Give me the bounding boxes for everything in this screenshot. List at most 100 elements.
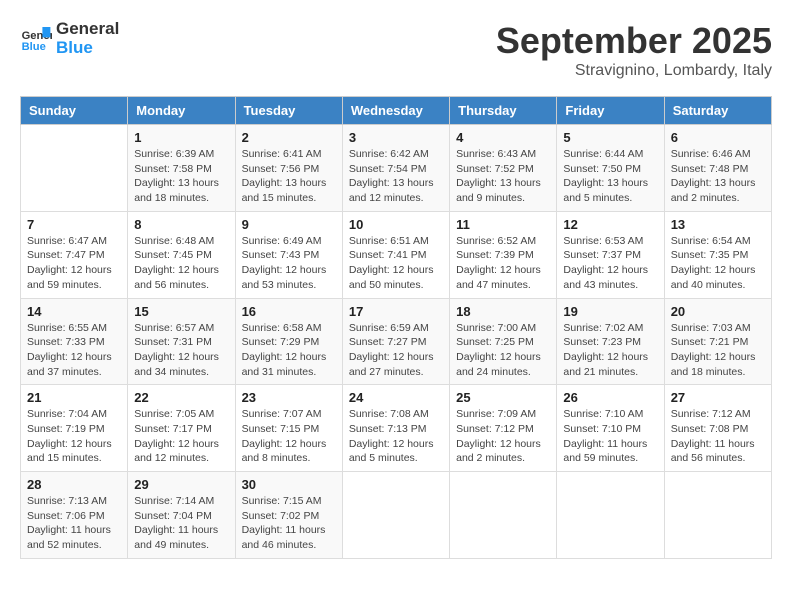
day-detail: Sunrise: 6:41 AMSunset: 7:56 PMDaylight:… (242, 147, 336, 206)
day-number: 11 (456, 217, 550, 232)
day-number: 25 (456, 390, 550, 405)
day-detail: Sunrise: 7:04 AMSunset: 7:19 PMDaylight:… (27, 407, 121, 466)
day-detail: Sunrise: 6:54 AMSunset: 7:35 PMDaylight:… (671, 234, 765, 293)
calendar-week-4: 21 Sunrise: 7:04 AMSunset: 7:19 PMDayligh… (21, 385, 772, 472)
day-detail: Sunrise: 7:00 AMSunset: 7:25 PMDaylight:… (456, 321, 550, 380)
calendar-body: 1Sunrise: 6:39 AMSunset: 7:58 PMDaylight… (21, 125, 772, 559)
calendar-cell: 29 Sunrise: 7:14 AMSunset: 7:04 PMDayligh… (128, 472, 235, 559)
calendar-cell: 17 Sunrise: 6:59 AMSunset: 7:27 PMDayligh… (342, 298, 449, 385)
day-detail: Sunrise: 7:14 AMSunset: 7:04 PMDaylight:… (134, 494, 228, 553)
calendar-cell: 30Sunrise: 7:15 AMSunset: 7:02 PMDayligh… (235, 472, 342, 559)
day-number: 21 (27, 390, 121, 405)
calendar-cell: 21 Sunrise: 7:04 AMSunset: 7:19 PMDayligh… (21, 385, 128, 472)
calendar-cell: 18 Sunrise: 7:00 AMSunset: 7:25 PMDayligh… (450, 298, 557, 385)
header-tuesday: Tuesday (235, 97, 342, 125)
day-number: 17 (349, 304, 443, 319)
day-detail: Sunrise: 7:12 AMSunset: 7:08 PMDaylight:… (671, 407, 765, 466)
calendar-cell: 26 Sunrise: 7:10 AMSunset: 7:10 PMDayligh… (557, 385, 664, 472)
calendar-cell (21, 125, 128, 212)
calendar-header-row: SundayMondayTuesdayWednesdayThursdayFrid… (21, 97, 772, 125)
day-number: 23 (242, 390, 336, 405)
day-number: 29 (134, 477, 228, 492)
svg-text:Blue: Blue (22, 41, 46, 53)
calendar-cell: 1Sunrise: 6:39 AMSunset: 7:58 PMDaylight… (128, 125, 235, 212)
day-number: 14 (27, 304, 121, 319)
calendar-cell: 8 Sunrise: 6:48 AMSunset: 7:45 PMDaylight… (128, 211, 235, 298)
day-detail: Sunrise: 6:51 AMSunset: 7:41 PMDaylight:… (349, 234, 443, 293)
calendar-cell: 10 Sunrise: 6:51 AMSunset: 7:41 PMDayligh… (342, 211, 449, 298)
logo-icon: General Blue (20, 23, 52, 55)
day-detail: Sunrise: 7:08 AMSunset: 7:13 PMDaylight:… (349, 407, 443, 466)
calendar-cell: 20 Sunrise: 7:03 AMSunset: 7:21 PMDayligh… (664, 298, 771, 385)
day-detail: Sunrise: 7:03 AMSunset: 7:21 PMDaylight:… (671, 321, 765, 380)
header-friday: Friday (557, 97, 664, 125)
day-number: 6 (671, 130, 765, 145)
day-detail: Sunrise: 6:47 AMSunset: 7:47 PMDaylight:… (27, 234, 121, 293)
calendar-cell (450, 472, 557, 559)
day-detail: Sunrise: 6:55 AMSunset: 7:33 PMDaylight:… (27, 321, 121, 380)
calendar-week-1: 1Sunrise: 6:39 AMSunset: 7:58 PMDaylight… (21, 125, 772, 212)
day-number: 10 (349, 217, 443, 232)
calendar-cell: 6Sunrise: 6:46 AMSunset: 7:48 PMDaylight… (664, 125, 771, 212)
calendar-week-5: 28Sunrise: 7:13 AMSunset: 7:06 PMDayligh… (21, 472, 772, 559)
day-detail: Sunrise: 6:49 AMSunset: 7:43 PMDaylight:… (242, 234, 336, 293)
day-number: 22 (134, 390, 228, 405)
logo-general-text: General (56, 20, 119, 39)
day-number: 15 (134, 304, 228, 319)
calendar-cell: 27 Sunrise: 7:12 AMSunset: 7:08 PMDayligh… (664, 385, 771, 472)
day-detail: Sunrise: 6:59 AMSunset: 7:27 PMDaylight:… (349, 321, 443, 380)
calendar-cell (664, 472, 771, 559)
calendar-cell: 13 Sunrise: 6:54 AMSunset: 7:35 PMDayligh… (664, 211, 771, 298)
day-detail: Sunrise: 6:44 AMSunset: 7:50 PMDaylight:… (563, 147, 657, 206)
calendar-cell: 16 Sunrise: 6:58 AMSunset: 7:29 PMDayligh… (235, 298, 342, 385)
calendar-cell: 22 Sunrise: 7:05 AMSunset: 7:17 PMDayligh… (128, 385, 235, 472)
day-detail: Sunrise: 6:48 AMSunset: 7:45 PMDaylight:… (134, 234, 228, 293)
day-detail: Sunrise: 6:42 AMSunset: 7:54 PMDaylight:… (349, 147, 443, 206)
calendar-cell: 24 Sunrise: 7:08 AMSunset: 7:13 PMDayligh… (342, 385, 449, 472)
header-monday: Monday (128, 97, 235, 125)
calendar-cell: 12 Sunrise: 6:53 AMSunset: 7:37 PMDayligh… (557, 211, 664, 298)
day-number: 2 (242, 130, 336, 145)
day-number: 12 (563, 217, 657, 232)
day-number: 13 (671, 217, 765, 232)
day-number: 18 (456, 304, 550, 319)
day-number: 26 (563, 390, 657, 405)
page-header: General Blue General Blue September 2025… (20, 20, 772, 80)
location-title: Stravignino, Lombardy, Italy (496, 62, 772, 80)
calendar-cell: 3 Sunrise: 6:42 AMSunset: 7:54 PMDaylight… (342, 125, 449, 212)
calendar-table: SundayMondayTuesdayWednesdayThursdayFrid… (20, 96, 772, 559)
calendar-cell: 9 Sunrise: 6:49 AMSunset: 7:43 PMDaylight… (235, 211, 342, 298)
day-number: 20 (671, 304, 765, 319)
header-wednesday: Wednesday (342, 97, 449, 125)
day-number: 27 (671, 390, 765, 405)
day-number: 16 (242, 304, 336, 319)
day-detail: Sunrise: 6:57 AMSunset: 7:31 PMDaylight:… (134, 321, 228, 380)
header-thursday: Thursday (450, 97, 557, 125)
calendar-cell (342, 472, 449, 559)
day-detail: Sunrise: 7:09 AMSunset: 7:12 PMDaylight:… (456, 407, 550, 466)
calendar-cell: 28Sunrise: 7:13 AMSunset: 7:06 PMDayligh… (21, 472, 128, 559)
calendar-cell: 4Sunrise: 6:43 AMSunset: 7:52 PMDaylight… (450, 125, 557, 212)
calendar-cell: 19Sunrise: 7:02 AMSunset: 7:23 PMDayligh… (557, 298, 664, 385)
day-detail: Sunrise: 6:52 AMSunset: 7:39 PMDaylight:… (456, 234, 550, 293)
day-number: 9 (242, 217, 336, 232)
day-number: 3 (349, 130, 443, 145)
day-detail: Sunrise: 6:58 AMSunset: 7:29 PMDaylight:… (242, 321, 336, 380)
calendar-cell: 15 Sunrise: 6:57 AMSunset: 7:31 PMDayligh… (128, 298, 235, 385)
day-detail: Sunrise: 6:53 AMSunset: 7:37 PMDaylight:… (563, 234, 657, 293)
header-sunday: Sunday (21, 97, 128, 125)
day-number: 7 (27, 217, 121, 232)
calendar-cell: 11 Sunrise: 6:52 AMSunset: 7:39 PMDayligh… (450, 211, 557, 298)
calendar-week-3: 14 Sunrise: 6:55 AMSunset: 7:33 PMDayligh… (21, 298, 772, 385)
header-saturday: Saturday (664, 97, 771, 125)
calendar-cell: 7 Sunrise: 6:47 AMSunset: 7:47 PMDaylight… (21, 211, 128, 298)
day-detail: Sunrise: 7:05 AMSunset: 7:17 PMDaylight:… (134, 407, 228, 466)
day-number: 5 (563, 130, 657, 145)
day-number: 1 (134, 130, 228, 145)
day-number: 24 (349, 390, 443, 405)
logo-blue-text: Blue (56, 39, 119, 58)
day-number: 19 (563, 304, 657, 319)
day-detail: Sunrise: 7:10 AMSunset: 7:10 PMDaylight:… (563, 407, 657, 466)
day-number: 8 (134, 217, 228, 232)
calendar-cell: 23Sunrise: 7:07 AMSunset: 7:15 PMDayligh… (235, 385, 342, 472)
